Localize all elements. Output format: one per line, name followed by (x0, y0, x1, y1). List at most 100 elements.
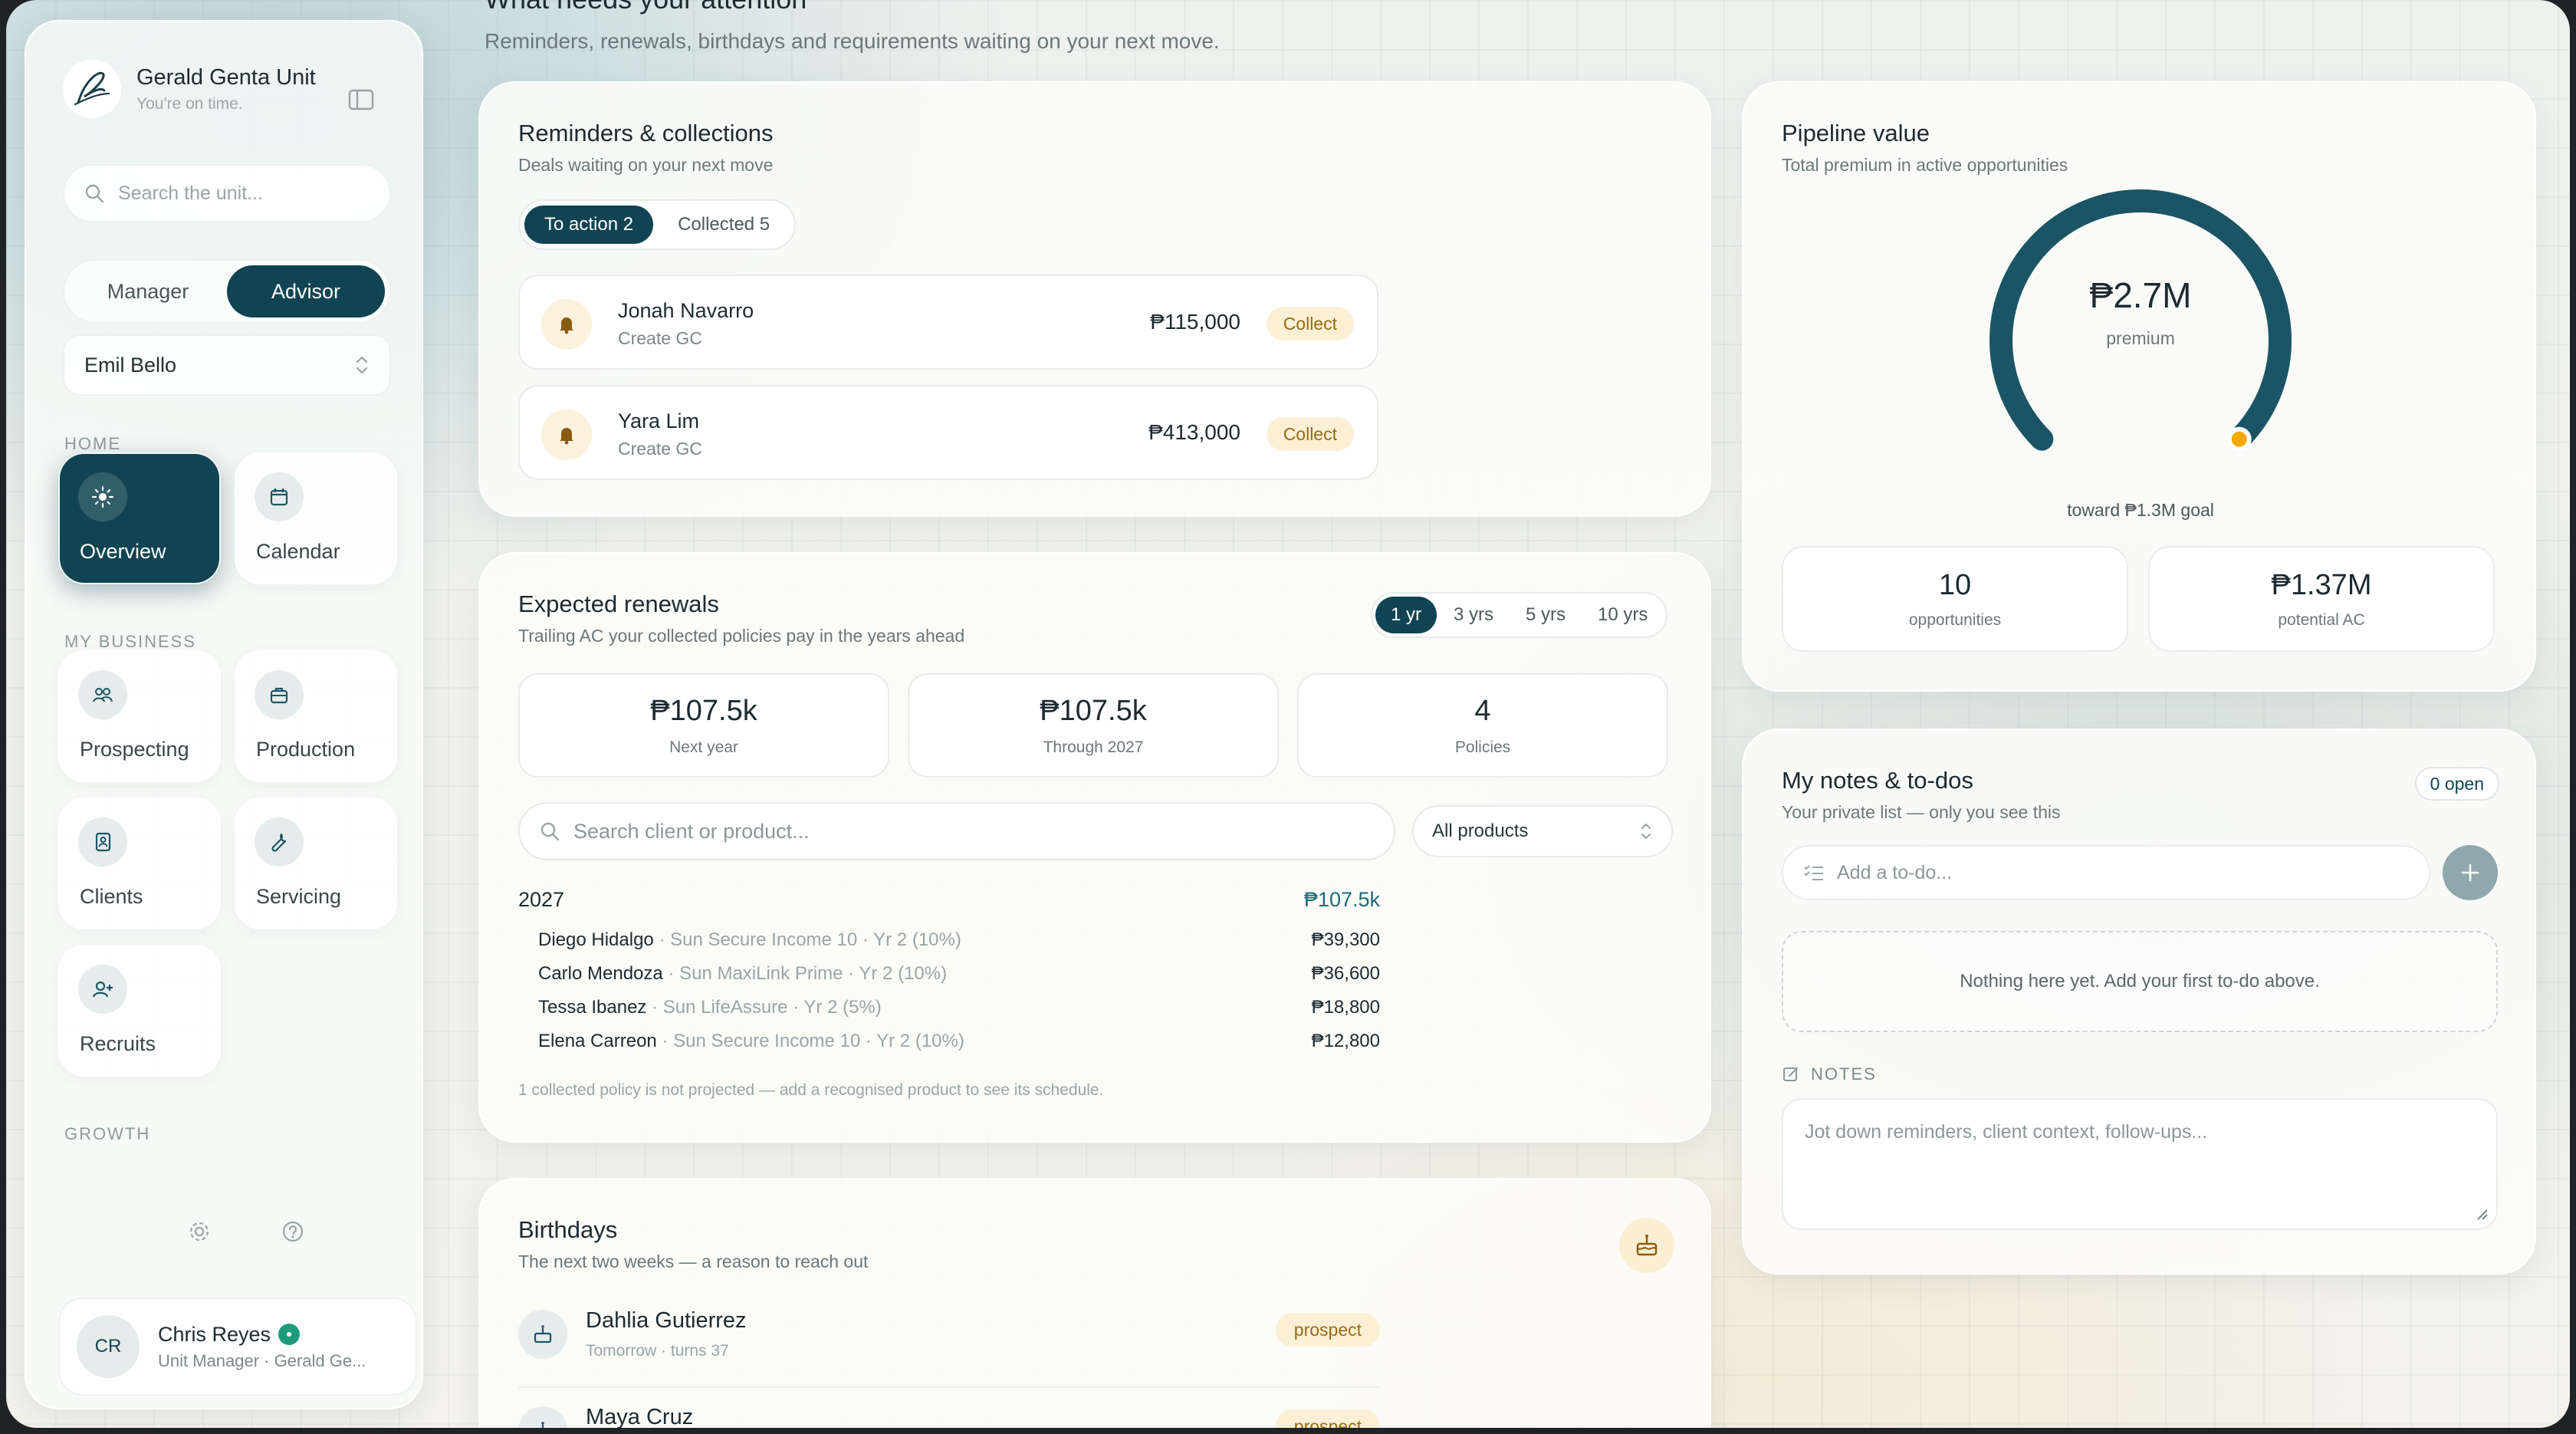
reminder-row[interactable]: Yara Lim Create GC ₱413,000 Collect (518, 385, 1378, 480)
brand-subtitle: You're on time. (136, 94, 243, 113)
stat-value: ₱107.5k (1040, 694, 1147, 727)
stat-label: Through 2027 (1043, 738, 1144, 756)
sidebar-item-label: Overview (80, 540, 166, 563)
notes-textarea[interactable]: Jot down reminders, client context, foll… (1782, 1098, 2498, 1230)
chevron-updown-icon (356, 356, 368, 374)
row-divider (518, 1386, 1380, 1388)
sidebar-item-recruits[interactable]: Recruits (58, 945, 221, 1077)
sidebar: Gerald Genta Unit You're on time. Search… (25, 20, 423, 1409)
user-name: Chris Reyes (158, 1322, 271, 1346)
verified-badge-icon (278, 1324, 301, 1345)
reminder-row[interactable]: Jonah Navarro Create GC ₱115,000 Collect (518, 275, 1378, 370)
sidebar-item-label: Recruits (80, 1032, 156, 1055)
sidebar-footer-icons (187, 1219, 305, 1244)
sidebar-item-label: Production (256, 738, 356, 761)
user-role: Unit Manager · Gerald Ge... (158, 1350, 366, 1370)
sidebar-collapse-icon[interactable] (348, 89, 374, 110)
reminders-tabs: To action 2 Collected 5 (518, 199, 797, 250)
sidebar-item-prospecting[interactable]: Prospecting (58, 650, 221, 782)
wrench-icon (255, 817, 304, 867)
birthday-row[interactable]: Dahlia Gutierrez Tomorrow · turns 37 pro… (518, 1296, 1380, 1382)
sidebar-search-input[interactable]: Search the unit... (63, 164, 391, 222)
brand-title: Gerald Genta Unit (136, 64, 316, 90)
product-filter-value: All products (1432, 821, 1529, 841)
advisor-select[interactable]: Emil Bello (63, 334, 391, 396)
renewal-line: Tessa Ibanez · Sun LifeAssure · Yr 2 (5%… (538, 997, 1380, 1018)
section-label-growth: GROWTH (64, 1124, 151, 1143)
user-plus-icon (78, 965, 127, 1014)
notes-title: My notes & to-dos (1782, 767, 1973, 794)
sun-icon (78, 472, 127, 521)
todo-placeholder: Add a to-do... (1837, 861, 1953, 883)
renewal-search-placeholder: Search client or product... (573, 819, 810, 843)
help-icon[interactable] (281, 1219, 305, 1244)
user-profile-card[interactable]: CR Chris Reyes Unit Manager · Gerald Ge.… (58, 1298, 417, 1396)
gear-icon[interactable] (187, 1219, 212, 1244)
todo-input[interactable]: Add a to-do... (1782, 845, 2430, 900)
contact-book-icon (78, 817, 127, 867)
pipeline-card: Pipeline value Total premium in active o… (1742, 81, 2536, 692)
birthday-name: Dahlia Gutierrez (586, 1308, 747, 1333)
resize-handle-icon[interactable] (2475, 1207, 2489, 1221)
sidebar-item-production[interactable]: Production (235, 650, 397, 782)
collect-button[interactable]: Collect (1266, 307, 1354, 340)
birthdays-subtitle: The next two weeks — a reason to reach o… (518, 1251, 869, 1271)
sidebar-item-calendar[interactable]: Calendar (235, 452, 397, 584)
renewals-subtitle: Trailing AC your collected policies pay … (518, 626, 965, 646)
section-label-my-business: MY BUSINESS (64, 632, 196, 651)
renewal-line: Diego Hidalgo · Sun Secure Income 10 · Y… (538, 929, 1380, 951)
pipeline-gauge (1990, 189, 2292, 457)
range-10yrs-tab[interactable]: 10 yrs (1582, 597, 1663, 633)
people-icon (78, 670, 127, 719)
reminder-amount: ₱413,000 (1148, 420, 1240, 444)
checklist-icon (1804, 865, 1823, 880)
reminder-task: Create GC (618, 439, 702, 459)
reminder-task: Create GC (618, 328, 702, 348)
notes-label-text: NOTES (1811, 1064, 1877, 1084)
advisor-select-value: Emil Bello (84, 353, 177, 377)
range-5yrs-tab[interactable]: 5 yrs (1510, 597, 1581, 633)
birthday-name: Maya Cruz (586, 1405, 694, 1428)
renewal-footnote: 1 collected policy is not projected — ad… (518, 1081, 1104, 1099)
renewal-detail: · Sun LifeAssure · Yr 2 (5%) (652, 997, 882, 1018)
renewal-year: 2027 (518, 888, 565, 911)
reminders-title: Reminders & collections (518, 120, 774, 146)
range-1yr-tab[interactable]: 1 yr (1375, 597, 1438, 633)
reminder-client-name: Yara Lim (618, 409, 700, 433)
birthdays-card: Birthdays The next two weeks — a reason … (478, 1178, 1711, 1428)
cake-icon (518, 1406, 567, 1428)
tab-to-action[interactable]: To action 2 (524, 206, 654, 244)
add-todo-button[interactable] (2443, 845, 2498, 900)
collect-button[interactable]: Collect (1266, 417, 1354, 451)
stat-value: 10 (1938, 568, 1972, 601)
renewal-amount: ₱18,800 (1311, 997, 1380, 1018)
renewal-year-header: 2027 ₱107.5k (518, 888, 1380, 912)
notes-card: My notes & to-dos Your private list — on… (1742, 729, 2536, 1274)
sidebar-item-servicing[interactable]: Servicing (235, 798, 397, 929)
range-3yrs-tab[interactable]: 3 yrs (1438, 597, 1509, 633)
pipeline-title: Pipeline value (1782, 120, 1930, 146)
renewal-detail: · Sun Secure Income 10 · Yr 2 (10%) (659, 929, 961, 950)
sidebar-item-overview[interactable]: Overview (58, 452, 221, 584)
edit-icon (1783, 1067, 1798, 1081)
renewals-title: Expected renewals (518, 590, 719, 617)
renewal-amount: ₱12,800 (1311, 1031, 1380, 1051)
stat-label: Next year (669, 738, 738, 756)
birthday-row[interactable]: Maya Cruz prospect (518, 1393, 1380, 1428)
stat-value: ₱1.37M (2271, 568, 2372, 601)
renewal-client: Tessa Ibanez (538, 997, 647, 1018)
role-manager-button[interactable]: Manager (69, 265, 227, 317)
stat-label: Policies (1454, 738, 1511, 756)
birthday-detail: Tomorrow · turns 37 (586, 1342, 729, 1360)
renewal-search-input[interactable]: Search client or product... (518, 802, 1395, 860)
sidebar-item-label: Clients (80, 885, 143, 908)
tab-collected[interactable]: Collected 5 (658, 206, 790, 244)
notes-section-label: NOTES (1782, 1064, 1877, 1084)
bell-icon (541, 409, 592, 460)
sidebar-item-clients[interactable]: Clients (58, 798, 221, 929)
calendar-icon (255, 472, 304, 521)
role-advisor-button[interactable]: Advisor (227, 265, 385, 317)
open-count-badge: 0 open (2414, 767, 2499, 801)
app-window: Gerald Genta Unit You're on time. Search… (6, 0, 2570, 1428)
product-filter-select[interactable]: All products (1412, 805, 1673, 857)
